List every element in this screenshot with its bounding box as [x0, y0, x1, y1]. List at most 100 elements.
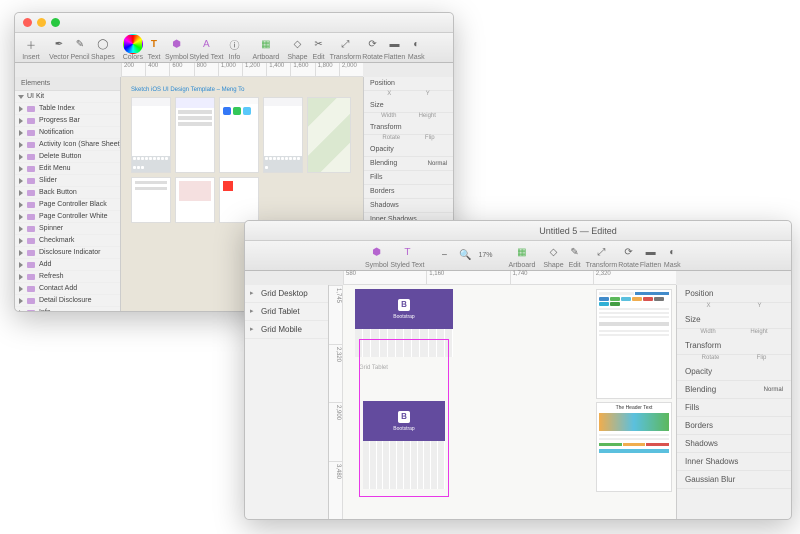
layer-item[interactable]: Table Index: [15, 103, 120, 115]
chevron-right-icon: [19, 226, 23, 232]
edit-button[interactable]: ✎: [565, 242, 585, 262]
canvas[interactable]: 1,745 2,320 2,900 3,480 B Bootstrap Grid…: [329, 285, 676, 519]
inspector-transform[interactable]: Transform: [677, 337, 791, 355]
transform-button[interactable]: ⤢: [335, 34, 355, 54]
layer-label: Activity Icon (Share Sheet): [39, 141, 121, 148]
shape-button[interactable]: ◇: [287, 34, 307, 54]
flatten-button[interactable]: ▬: [641, 242, 661, 262]
inspector-transform[interactable]: Transform: [364, 121, 453, 135]
titlebar[interactable]: [15, 13, 453, 33]
tool-label: Edit: [313, 54, 325, 61]
artboard-button[interactable]: ▦: [512, 242, 532, 262]
inspector-shadows[interactable]: Shadows: [677, 435, 791, 453]
layers-sidebar[interactable]: Elements UI Kit Table IndexProgress BarN…: [15, 77, 121, 311]
artboard-phone-3[interactable]: [219, 97, 259, 173]
zoom-out-button[interactable]: −: [434, 246, 454, 266]
inspector-fills[interactable]: Fills: [677, 399, 791, 417]
layer-item[interactable]: Notification: [15, 127, 120, 139]
artboard-small-1[interactable]: [131, 177, 171, 223]
pencil-button[interactable]: ✎: [70, 34, 90, 54]
artboard-phone-2[interactable]: [175, 97, 215, 173]
minimize-icon[interactable]: [37, 18, 46, 27]
edit-button[interactable]: ✂: [309, 34, 329, 54]
inspector-position[interactable]: Position: [364, 77, 453, 91]
artboard-phone-4[interactable]: [263, 97, 303, 173]
rotate-button[interactable]: ⟳: [363, 34, 383, 54]
layers-sidebar[interactable]: Grid Desktop Grid Tablet Grid Mobile: [245, 285, 329, 519]
inspector-fills[interactable]: Fills: [364, 171, 453, 185]
titlebar[interactable]: Untitled 5 — Edited: [245, 221, 791, 241]
inspector-opacity[interactable]: Opacity: [364, 143, 453, 157]
flatten-button[interactable]: ▬: [385, 34, 405, 54]
info-button[interactable]: ⓘ: [224, 34, 244, 54]
styled-text-button[interactable]: T: [397, 242, 417, 262]
layer-item[interactable]: Slider: [15, 175, 120, 187]
layer-item[interactable]: Activity Icon (Share Sheet): [15, 139, 120, 151]
close-icon[interactable]: [23, 18, 32, 27]
inspector-value[interactable]: Normal: [428, 161, 447, 167]
tool-label: Insert: [22, 54, 40, 61]
layer-item[interactable]: Detail Disclosure: [15, 295, 120, 307]
maximize-icon[interactable]: [51, 18, 60, 27]
inspector-size[interactable]: Size: [364, 99, 453, 113]
inspector-borders[interactable]: Borders: [364, 185, 453, 199]
layer-item[interactable]: Page Controller Black: [15, 199, 120, 211]
layer-item[interactable]: Page Controller White: [15, 211, 120, 223]
layer-item[interactable]: Contact Add: [15, 283, 120, 295]
artboard-phone-1[interactable]: [131, 97, 171, 173]
inspector-inner-shadows[interactable]: Inner Shadows: [677, 453, 791, 471]
artboard-bootstrap-tablet[interactable]: B Bootstrap: [363, 401, 445, 441]
artboard-small-2[interactable]: [175, 177, 215, 223]
transform-button[interactable]: ⤢: [591, 242, 611, 262]
text-button[interactable]: T: [144, 34, 164, 54]
preview-page[interactable]: The Header Text: [596, 402, 672, 492]
layer-grid-tablet[interactable]: Grid Tablet: [245, 303, 328, 321]
styled-text-button[interactable]: A: [196, 34, 216, 54]
inspector-blending[interactable]: BlendingNormal: [364, 157, 453, 171]
shape-button[interactable]: ◇: [543, 242, 563, 262]
inspector-gaussian-blur[interactable]: Gaussian Blur: [677, 471, 791, 489]
artboard-button[interactable]: ▦: [256, 34, 276, 54]
layers-header[interactable]: UI Kit: [15, 91, 120, 103]
artboard-small-3[interactable]: [219, 177, 259, 223]
inspector-position[interactable]: Position: [677, 285, 791, 303]
mask-button[interactable]: ◐: [406, 34, 426, 54]
preview-components[interactable]: [596, 289, 672, 399]
zoom-in-button[interactable]: 🔍: [455, 246, 475, 266]
tool-label: Info: [229, 54, 241, 61]
inspector-label: Position: [370, 80, 447, 87]
symbol-button[interactable]: ⬢: [167, 34, 187, 54]
symbol-button[interactable]: ⬢: [367, 242, 387, 262]
layer-grid-mobile[interactable]: Grid Mobile: [245, 321, 328, 339]
layer-item[interactable]: Delete Button: [15, 151, 120, 163]
inspector-value[interactable]: Normal: [764, 387, 783, 393]
layer-item[interactable]: Checkmark: [15, 235, 120, 247]
layer-item[interactable]: Disclosure Indicator: [15, 247, 120, 259]
layer-item[interactable]: Info: [15, 307, 120, 311]
shapes-button[interactable]: ◯: [93, 34, 113, 54]
artboard-map[interactable]: [307, 97, 351, 173]
grid-lines: [363, 441, 445, 489]
mask-button[interactable]: ◐: [662, 242, 682, 262]
artboard-bootstrap-desktop[interactable]: B Bootstrap: [355, 289, 453, 329]
vector-button[interactable]: ✒: [49, 34, 69, 54]
layer-item[interactable]: Spinner: [15, 223, 120, 235]
inspector-blending[interactable]: BlendingNormal: [677, 381, 791, 399]
ruler-tick: 1,745: [329, 285, 342, 344]
colors-button[interactable]: [123, 34, 143, 54]
inspector-size[interactable]: Size: [677, 311, 791, 329]
folder-icon: [27, 310, 35, 312]
inspector-borders[interactable]: Borders: [677, 417, 791, 435]
layer-item[interactable]: Progress Bar: [15, 115, 120, 127]
layer-grid-desktop[interactable]: Grid Desktop: [245, 285, 328, 303]
rotate-button[interactable]: ⟳: [619, 242, 639, 262]
inspector-shadows[interactable]: Shadows: [364, 199, 453, 213]
inspector-opacity[interactable]: Opacity: [677, 363, 791, 381]
layer-item[interactable]: Back Button: [15, 187, 120, 199]
insert-button[interactable]: ＋: [21, 34, 41, 54]
elements-dropdown[interactable]: Elements: [15, 77, 120, 91]
layer-item[interactable]: Add: [15, 259, 120, 271]
layer-item[interactable]: Edit Menu: [15, 163, 120, 175]
toolbar: ⬢Symbol TStyled Text − 🔍 17% ▦Artboard ◇…: [245, 241, 791, 271]
layer-item[interactable]: Refresh: [15, 271, 120, 283]
